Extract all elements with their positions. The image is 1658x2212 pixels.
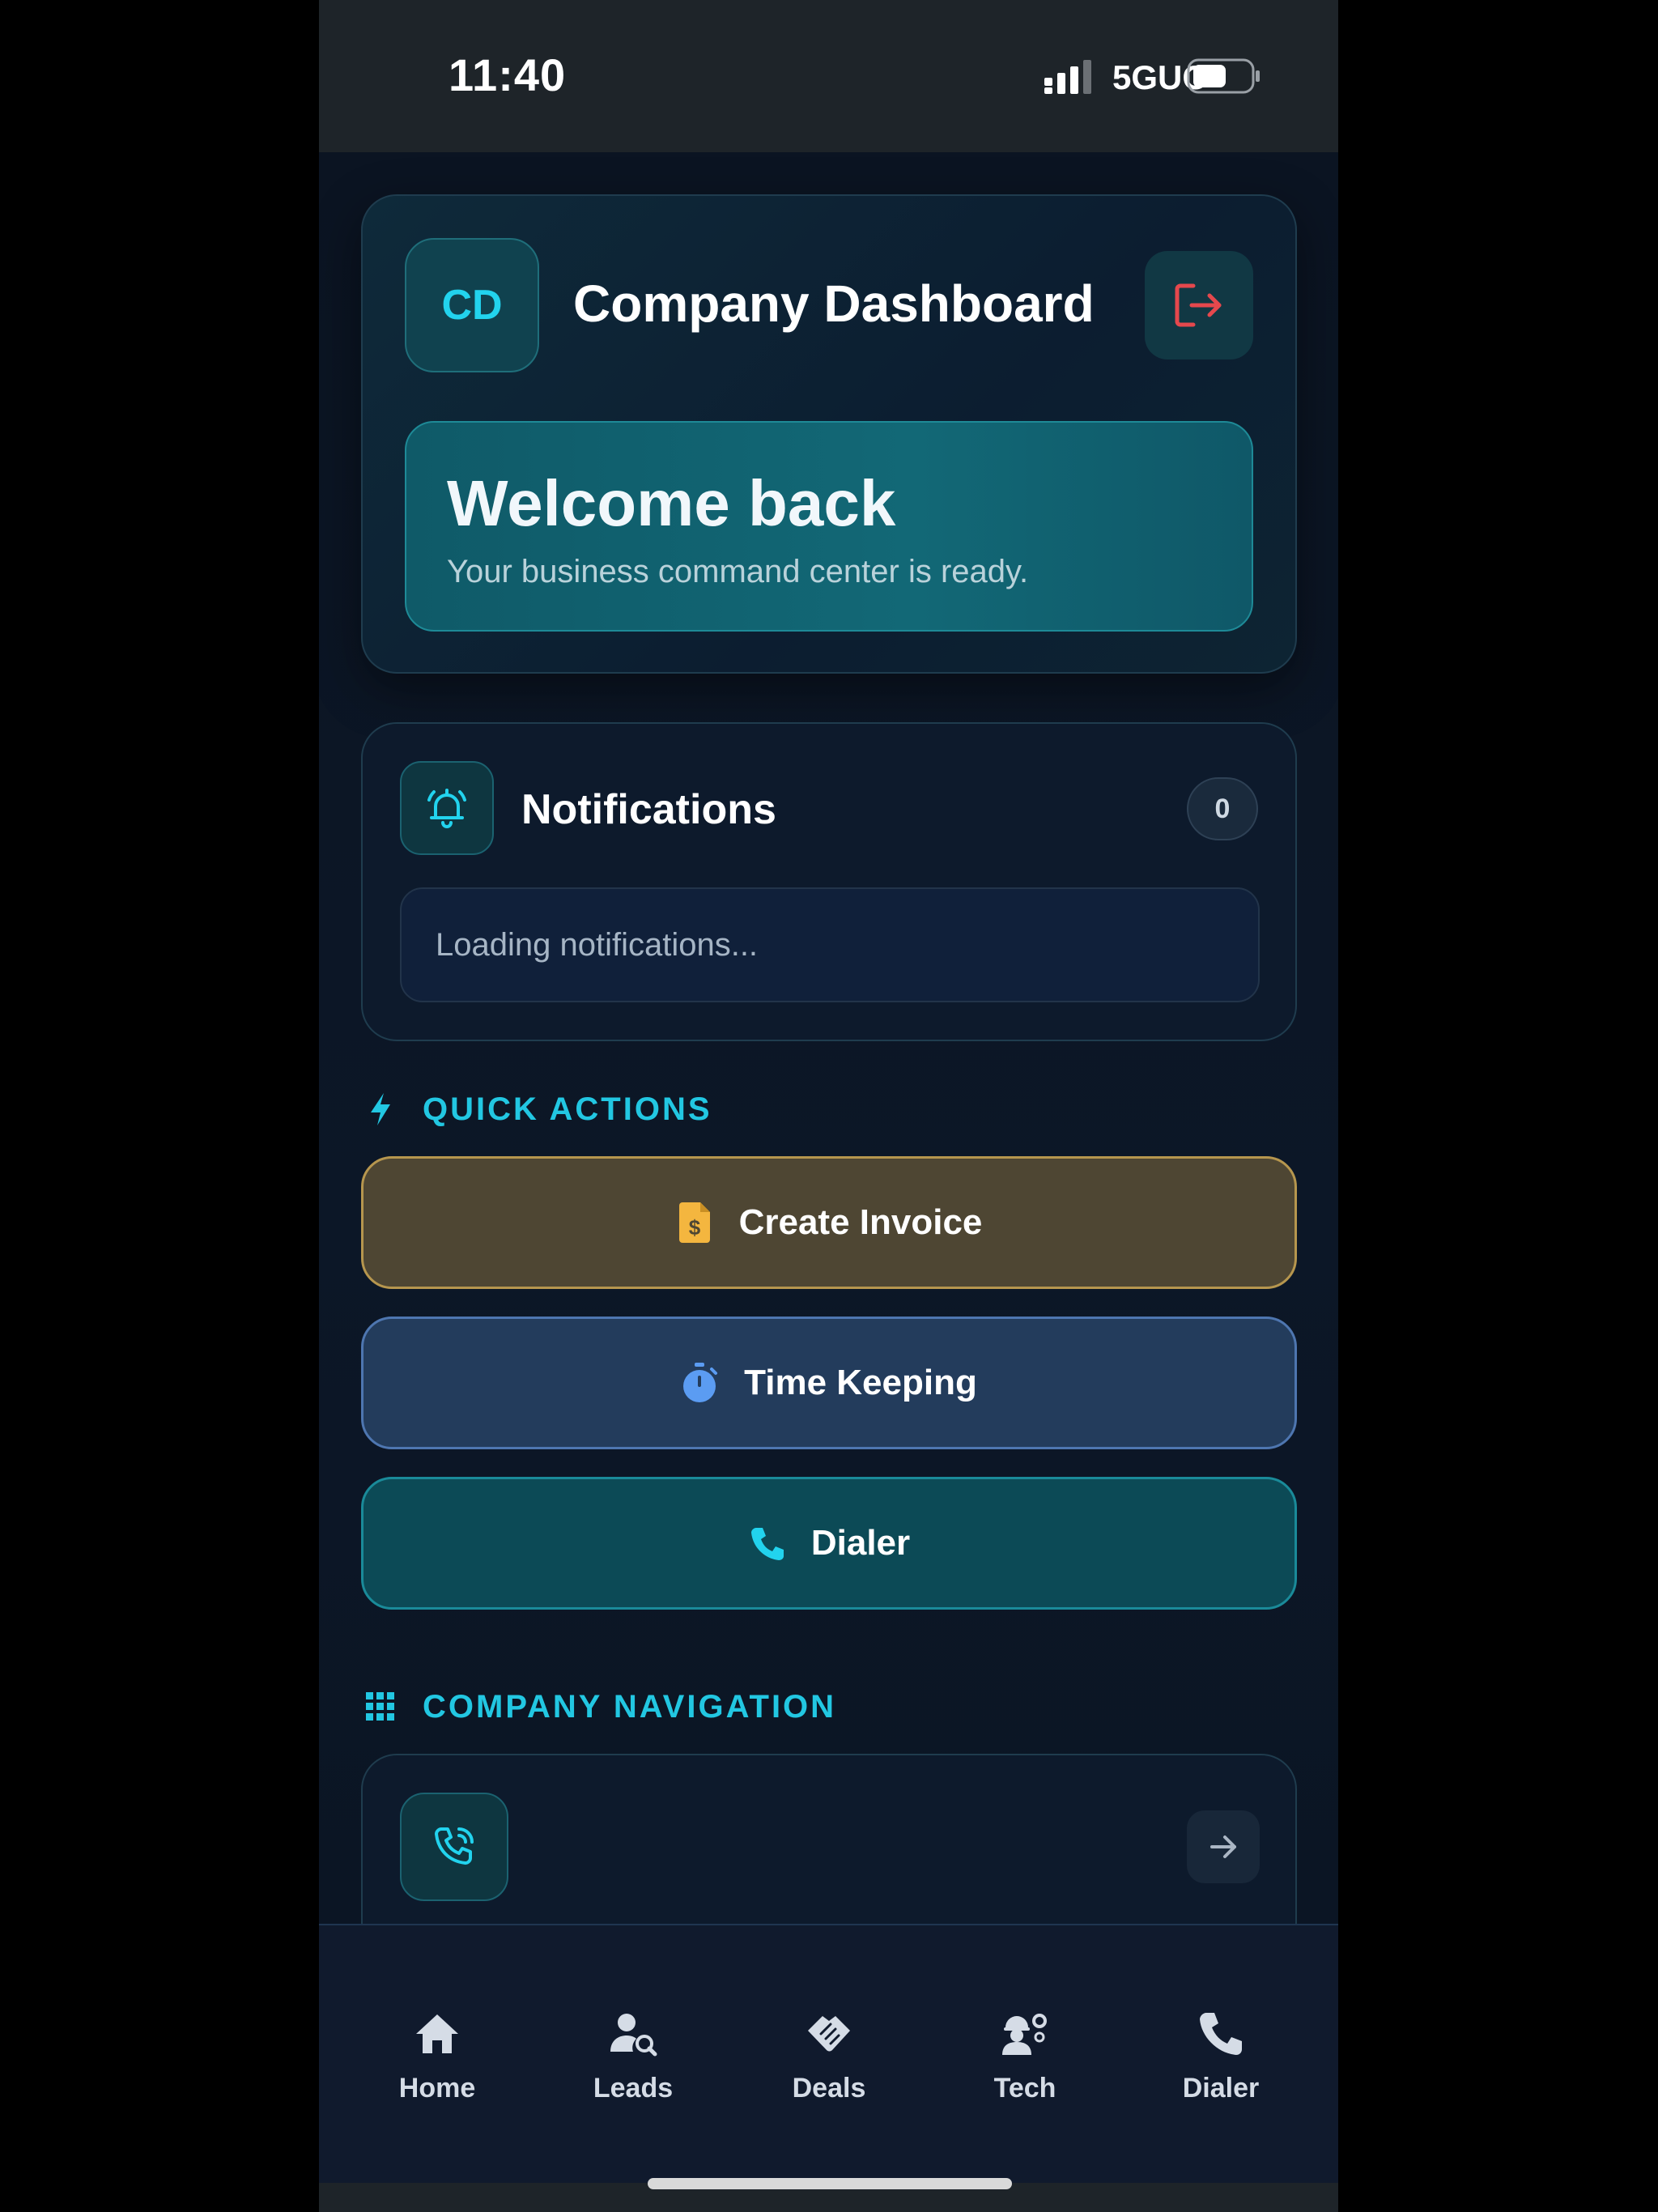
tab-tech[interactable]: Tech: [944, 2010, 1106, 2104]
create-invoice-button[interactable]: $ Create Invoice: [361, 1156, 1297, 1289]
grid-icon: [366, 1692, 394, 1721]
phone-call-icon: [435, 1827, 474, 1865]
quick-actions-label: QUICK ACTIONS: [423, 1091, 712, 1127]
bell-icon: [427, 789, 466, 828]
tab-home[interactable]: Home: [356, 2010, 518, 2104]
svg-text:$: $: [688, 1215, 700, 1240]
company-navigation-label: COMPANY NAVIGATION: [423, 1689, 837, 1725]
logout-icon: [1175, 283, 1222, 327]
tab-tech-label: Tech: [993, 2073, 1056, 2104]
dashboard-content[interactable]: CD Company Dashboard Welcome back Your b…: [319, 152, 1338, 1924]
status-time: 11:40: [449, 49, 567, 100]
tab-deals-label: Deals: [792, 2073, 866, 2104]
invoice-icon: $: [678, 1202, 710, 1243]
tab-dialer-label: Dialer: [1182, 2073, 1260, 2104]
notifications-loading-text: Loading notifications...: [400, 887, 1260, 1002]
tab-deals[interactable]: Deals: [748, 2010, 910, 2104]
lightning-icon: [371, 1093, 390, 1125]
welcome-title: Welcome back: [447, 467, 896, 539]
tab-leads[interactable]: Leads: [552, 2010, 714, 2104]
status-bar: 11:40 5GUC: [319, 0, 1338, 152]
time-keeping-button[interactable]: Time Keeping: [361, 1317, 1297, 1449]
leads-icon: [610, 2014, 657, 2057]
logout-button[interactable]: [1145, 251, 1253, 359]
nav-item-icon-badge: [400, 1793, 508, 1901]
home-indicator[interactable]: [648, 2178, 1012, 2189]
welcome-subtitle: Your business command center is ready.: [447, 554, 1029, 589]
phone-icon: [750, 1528, 784, 1560]
time-keeping-label: Time Keeping: [744, 1363, 977, 1402]
arrow-right-icon: [1210, 1836, 1236, 1858]
dialer-label: Dialer: [810, 1523, 911, 1563]
phone-icon: [1200, 2013, 1242, 2055]
notifications-title: Notifications: [521, 786, 776, 833]
page-title: Company Dashboard: [573, 274, 1095, 333]
stopwatch-icon: [683, 1363, 718, 1402]
create-invoice-label: Create Invoice: [738, 1202, 983, 1242]
navigation-item-card[interactable]: [361, 1754, 1297, 1924]
technician-icon: [1002, 2014, 1047, 2055]
home-icon: [416, 2014, 458, 2053]
header-card: CD Company Dashboard Welcome back Your b…: [361, 194, 1297, 674]
dialer-button[interactable]: Dialer: [361, 1477, 1297, 1610]
bottom-tab-bar: Home Leads Deals Tech Dialer: [319, 1924, 1338, 2183]
handshake-icon: [808, 2016, 850, 2052]
battery-icon: [1187, 58, 1260, 94]
cellular-signal-icon: [1044, 60, 1091, 94]
notifications-count-badge: 0: [1187, 777, 1258, 840]
tab-home-label: Home: [398, 2073, 476, 2104]
company-avatar: CD: [405, 238, 539, 372]
tab-dialer[interactable]: Dialer: [1140, 2010, 1302, 2104]
nav-item-arrow-button[interactable]: [1187, 1810, 1260, 1883]
notifications-card: Notifications 0 Loading notifications...: [361, 722, 1297, 1041]
tab-leads-label: Leads: [593, 2073, 674, 2104]
phone-screen: 11:40 5GUC CD Company Dashboard Welcome …: [319, 0, 1338, 2212]
welcome-banner: Welcome back Your business command cente…: [405, 421, 1253, 632]
bell-badge: [400, 761, 494, 855]
